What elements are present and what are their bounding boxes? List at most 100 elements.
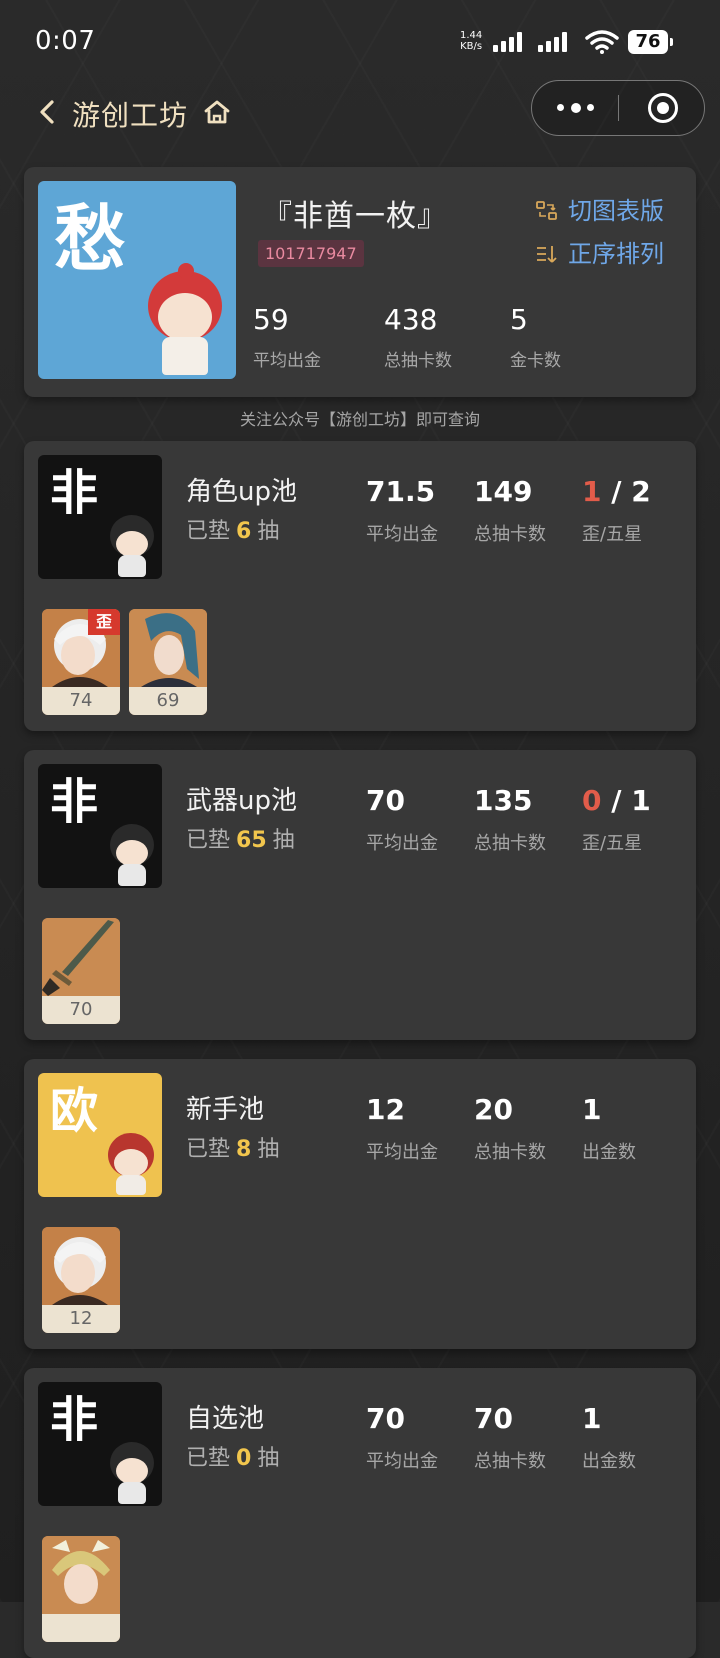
pool-badge: 非 <box>38 1382 162 1506</box>
stat-label: 总抽卡数 <box>474 524 546 545</box>
pool-card-weapon[interactable]: 非 武器up池 已垫 65 抽 70 平均出金 135 总抽卡数 0 / 1 歪/五… <box>24 750 696 1040</box>
pad-suffix: 抽 <box>257 1446 280 1471</box>
profile-avatar: 愁 <box>38 181 236 379</box>
pool-stat-total: 135 总抽卡数 <box>474 784 546 855</box>
pad-prefix: 已垫 <box>186 828 231 853</box>
pad-suffix: 抽 <box>257 1137 280 1162</box>
stat-value: 1 / 2 <box>582 475 651 508</box>
pool-pad-count: 已垫 6 抽 <box>186 513 279 545</box>
net-speed-unit: KB/s <box>460 41 483 52</box>
chibi-character-icon <box>106 515 160 579</box>
pad-value: 0 <box>236 1446 252 1471</box>
stat-value: 1 <box>582 1093 602 1126</box>
stat-value: 59 <box>253 303 289 336</box>
stat-value: 70 <box>366 784 405 817</box>
wifi-icon <box>585 30 619 54</box>
pool-pad-count: 已垫 65 抽 <box>186 822 295 854</box>
stat-label: 平均出金 <box>366 1451 438 1472</box>
pool-stat-total: 70 总抽卡数 <box>474 1402 546 1473</box>
capsule-divider <box>618 95 619 121</box>
notice-text: 关注公众号【游创工坊】即可查询 <box>239 410 480 429</box>
pool-card-beginner[interactable]: 欧 新手池 已垫 8 抽 12 平均出金 20 总抽卡数 1 出金数 12 <box>24 1059 696 1349</box>
net-speed: 1.44 KB/s <box>460 30 482 52</box>
pool-stat-avg: 71.5 平均出金 <box>366 475 438 546</box>
pool-badge: 欧 <box>38 1073 162 1197</box>
pool-card-character[interactable]: 非 角色up池 已垫 6 抽 71.5 平均出金 149 总抽卡数 1 / 2 歪/… <box>24 441 696 731</box>
item-thumb[interactable]: 歪 74 <box>42 609 120 715</box>
stat-value: 149 <box>474 475 533 508</box>
pool-stat-gold: 1 出金数 <box>582 1402 636 1473</box>
stat-value: 12 <box>366 1093 405 1126</box>
pad-value: 65 <box>236 828 267 853</box>
character-portrait-icon <box>42 1227 120 1305</box>
pool-badge-char: 欧 <box>50 1083 99 1139</box>
stat-label: 出金数 <box>582 1142 636 1163</box>
item-thumb[interactable]: 69 <box>129 609 207 715</box>
close-miniprogram-icon[interactable] <box>648 93 678 123</box>
pad-suffix: 抽 <box>257 519 280 544</box>
stat-label: 出金数 <box>582 1451 636 1472</box>
battery-icon: 76 <box>628 30 673 54</box>
item-thumb[interactable]: 12 <box>42 1227 120 1333</box>
profile-name: 『非酋一枚』 <box>262 199 448 234</box>
more-options-icon[interactable] <box>557 100 597 116</box>
thumb-pull-count: 70 <box>42 996 120 1024</box>
pool-card-selector[interactable]: 非 自选池 已垫 0 抽 70 平均出金 70 总抽卡数 1 出金数 <box>24 1368 696 1658</box>
item-thumb[interactable]: 70 <box>42 918 120 1024</box>
stat-value: 5 <box>510 303 528 336</box>
pool-stat-total: 149 总抽卡数 <box>474 475 546 546</box>
chibi-character-icon <box>142 263 232 379</box>
status-bar: 0:07 1.44 KB/s 76 <box>0 0 720 80</box>
back-chevron-icon[interactable] <box>36 98 60 126</box>
uid-badge: 101717947 <box>258 240 364 267</box>
pool-name: 角色up池 <box>186 477 297 507</box>
pool-stat-avg: 70 平均出金 <box>366 784 438 855</box>
character-portrait-icon <box>129 609 207 687</box>
stat-label: 平均出金 <box>366 1142 438 1163</box>
pool-stat-avg: 12 平均出金 <box>366 1093 438 1164</box>
thumb-pull-count: 69 <box>129 687 207 715</box>
avatar-char: 愁 <box>54 197 127 281</box>
pool-stat-offbanner: 1 / 2 歪/五星 <box>582 475 651 546</box>
switch-chart-button[interactable]: 切图表版 <box>536 191 664 226</box>
chibi-character-icon <box>104 1133 160 1197</box>
sort-order-button[interactable]: 正序排列 <box>536 234 664 269</box>
stat-value: 135 <box>474 784 533 817</box>
page-title: 游创工坊 <box>72 99 189 132</box>
stat-value: 70 <box>366 1402 405 1435</box>
stat-label: 总抽卡数 <box>474 1142 546 1163</box>
character-portrait-icon <box>42 1536 120 1614</box>
weapon-sword-icon <box>42 918 120 996</box>
pool-stat-offbanner: 0 / 1 歪/五星 <box>582 784 651 855</box>
chibi-character-icon <box>106 1442 160 1506</box>
switch-chart-label: 切图表版 <box>568 197 664 225</box>
thumb-pull-count: 74 <box>42 687 120 715</box>
stat-label: 歪/五星 <box>582 833 643 854</box>
stat-label: 金卡数 <box>510 351 561 371</box>
home-icon[interactable] <box>203 98 231 126</box>
profile-stat-gold: 5 金卡数 <box>510 303 561 371</box>
cellular-signal-icon <box>493 30 527 52</box>
stat-label: 平均出金 <box>253 351 321 371</box>
stat-label: 总抽卡数 <box>474 1451 546 1472</box>
item-thumb[interactable] <box>42 1536 120 1642</box>
pad-prefix: 已垫 <box>186 519 231 544</box>
pool-badge-char: 非 <box>50 774 99 830</box>
sort-order-label: 正序排列 <box>568 240 664 268</box>
stat-value: 1 <box>582 1402 602 1435</box>
pool-badge: 非 <box>38 455 162 579</box>
stat-value: 20 <box>474 1093 513 1126</box>
nav-bar: 游创工坊 <box>0 80 720 144</box>
profile-stat-avg: 59 平均出金 <box>253 303 321 371</box>
stat-label: 总抽卡数 <box>474 833 546 854</box>
profile-stat-total: 438 总抽卡数 <box>384 303 452 371</box>
stat-label: 歪/五星 <box>582 524 643 545</box>
thumb-pull-count: 12 <box>42 1305 120 1333</box>
pool-stat-gold: 1 出金数 <box>582 1093 636 1164</box>
off-banner-tag: 歪 <box>88 609 120 635</box>
pool-name: 新手池 <box>186 1095 265 1125</box>
stat-label: 平均出金 <box>366 524 438 545</box>
pool-pad-count: 已垫 0 抽 <box>186 1440 279 1472</box>
pool-pad-count: 已垫 8 抽 <box>186 1131 279 1163</box>
pad-prefix: 已垫 <box>186 1446 231 1471</box>
